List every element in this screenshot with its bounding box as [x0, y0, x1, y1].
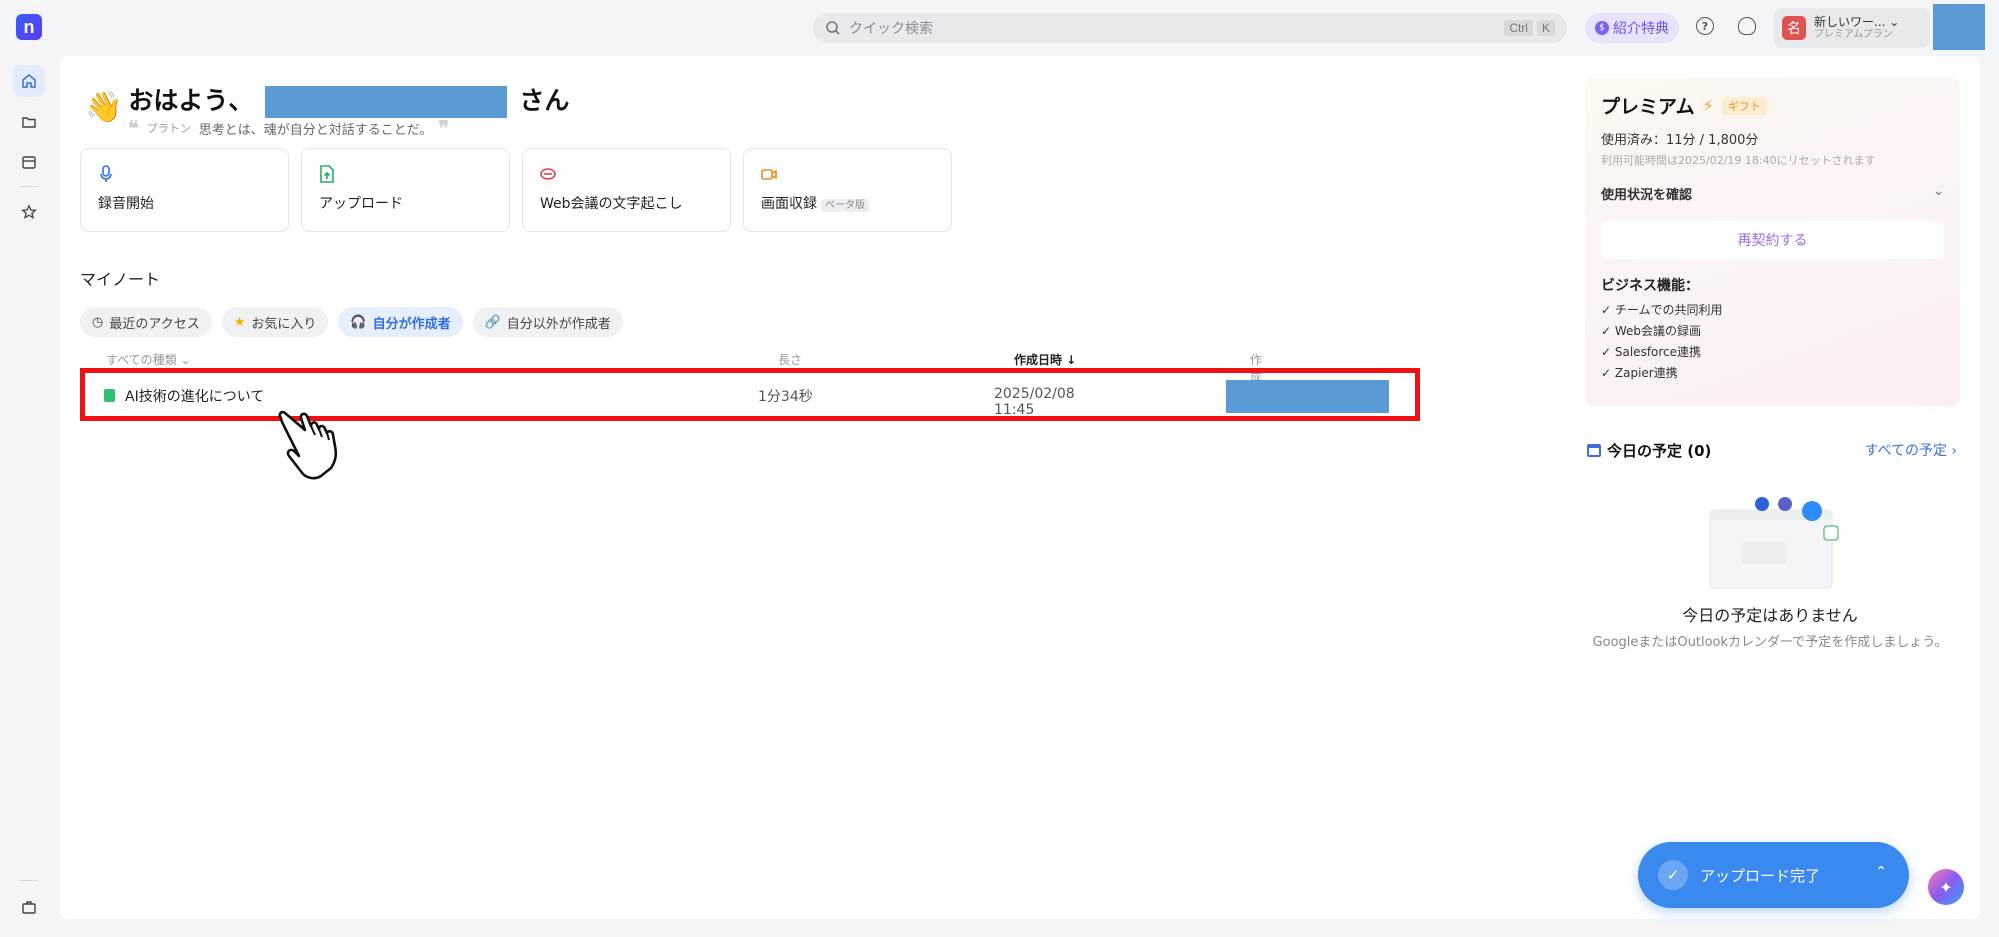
filter-favorites-label: お気に入り — [251, 316, 317, 332]
star-filled-icon: ★ — [233, 314, 246, 330]
record-label: 録音開始 — [98, 196, 154, 212]
filter-recent-label: 最近のアクセス — [109, 316, 200, 332]
ai-assistant-button[interactable]: ✦ — [1928, 869, 1964, 905]
filter-recent[interactable]: ◷ 最近のアクセス — [80, 307, 212, 337]
calendar-icon[interactable] — [13, 146, 45, 178]
note-filters: ◷ 最近のアクセス ★ お気に入り 🎧 自分が作成者 🔗 自分以外が作成者 — [80, 307, 623, 337]
toast-label: アップロード完了 — [1700, 866, 1821, 885]
upload-complete-toast[interactable]: ✓ アップロード完了 ⌃ — [1638, 842, 1909, 908]
coin-icon: $ — [1595, 21, 1609, 35]
premium-card: プレミアム ⚡ ギフト 使用済み：11分 / 1,800分 利用可能時間は202… — [1585, 78, 1960, 406]
workspace-name: 新しいワー... ⌄ — [1814, 14, 1900, 29]
feature-item: ✓ チームでの共同利用 — [1601, 303, 1723, 317]
star-icon[interactable] — [13, 196, 45, 228]
home-icon[interactable] — [13, 65, 45, 97]
toolbox-icon[interactable] — [13, 891, 45, 923]
lightning-icon: ⚡ — [1702, 96, 1714, 115]
pointing-hand-cursor-icon — [278, 410, 338, 480]
top-bar: n クイック検索 Ctrl K $ 紹介特典 ? 名 新しいワー... ⌄ プレ… — [0, 0, 1999, 56]
search-icon — [826, 21, 840, 35]
clock-icon: ◷ — [92, 314, 104, 330]
renew-button[interactable]: 再契約する — [1601, 221, 1944, 259]
business-features-title: ビジネス機能： — [1601, 278, 1699, 294]
record-button[interactable]: 録音開始 — [80, 148, 289, 232]
open-quote-icon: ❝ — [128, 116, 139, 140]
premium-title: プレミアム ⚡ ギフト — [1601, 92, 1944, 119]
chevron-up-icon[interactable]: ⌃ — [1875, 864, 1887, 880]
upload-label: アップロード — [319, 196, 403, 212]
schedule-header: 今日の予定 (0) すべての予定 › — [1587, 440, 1957, 461]
column-length[interactable]: 長さ — [778, 351, 802, 368]
close-quote-icon: ❞ — [438, 116, 450, 140]
search-placeholder: クイック検索 — [849, 21, 933, 37]
filter-created-by-others-label: 自分以外が作成者 — [506, 316, 611, 332]
web-meeting-transcribe-button[interactable]: Web会議の文字起こし — [522, 148, 731, 232]
screen-record-label: 画面収録 ベータ版 — [761, 193, 934, 213]
workspace-plan: プレミアムプラン — [1814, 29, 1893, 41]
empty-calendar-illustration — [1709, 497, 1839, 589]
upload-button[interactable]: アップロード — [301, 148, 510, 232]
business-features-list: ✓ チームでの共同利用 ✓ Web会議の録画 ✓ Salesforce連携 ✓ … — [1601, 301, 1944, 381]
filter-favorites[interactable]: ★ お気に入り — [221, 307, 329, 337]
upload-file-icon — [320, 165, 334, 183]
usage-text: 使用済み：11分 / 1,800分 — [1601, 133, 1759, 148]
video-camera-icon — [761, 169, 777, 180]
help-icon[interactable]: ? — [1696, 17, 1714, 35]
quick-search[interactable]: クイック検索 Ctrl K — [813, 13, 1567, 43]
daily-quote: ❝ プラトン 思考とは、魂が自分と対話することだ。 ❞ — [128, 116, 449, 140]
greeting-text: おはよう、 さん — [128, 81, 569, 118]
quote-text: 思考とは、魂が自分と対話することだ。 — [198, 122, 433, 138]
folder-icon[interactable] — [13, 106, 45, 138]
filter-created-by-me-label: 自分が作成者 — [372, 316, 451, 332]
column-created[interactable]: 作成日時 ↓ — [1014, 351, 1076, 368]
rail-divider — [20, 186, 38, 187]
shortcut-k: K — [1536, 20, 1555, 36]
workspace-switcher[interactable]: 名 新しいワー... ⌄ プレミアムプラン — [1774, 8, 1930, 48]
feature-item: ✓ Web会議の録画 — [1601, 324, 1702, 338]
referral-button[interactable]: $ 紹介特典 — [1585, 13, 1679, 43]
redacted-user-name — [265, 86, 508, 118]
view-all-schedule-link[interactable]: すべての予定 › — [1864, 440, 1957, 461]
link-icon: 🔗 — [484, 314, 501, 330]
screen-record-button[interactable]: 画面収録 ベータ版 — [743, 148, 952, 232]
empty-schedule-subtitle: GoogleまたはOutlookカレンダーで予定を作成しましょう。 — [1592, 635, 1948, 650]
user-avatar[interactable] — [1933, 4, 1985, 50]
gift-badge[interactable]: ギフト — [1721, 96, 1767, 115]
workspace-avatar: 名 — [1782, 16, 1806, 40]
microphone-icon — [100, 165, 112, 182]
beta-badge: ベータ版 — [821, 199, 869, 212]
feature-item: ✓ Salesforce連携 — [1601, 345, 1702, 359]
calendar-icon — [1587, 444, 1601, 457]
meeting-icon — [540, 168, 556, 180]
column-type[interactable]: すべての種類 ⌄ — [106, 351, 191, 368]
shortcut-ctrl: Ctrl — [1504, 20, 1533, 36]
chevron-down-icon: ⌄ — [1933, 184, 1944, 199]
chevron-down-icon: ⌄ — [1889, 14, 1900, 29]
empty-schedule-title: 今日の予定はありません — [1682, 606, 1858, 625]
web-meeting-label: Web会議の文字起こし — [540, 196, 683, 212]
rail-divider — [20, 880, 38, 881]
schedule-title: 今日の予定 (0) — [1587, 440, 1711, 461]
my-notes-title: マイノート — [80, 270, 161, 289]
filter-created-by-me[interactable]: 🎧 自分が作成者 — [338, 307, 463, 337]
check-circle-icon: ✓ — [1658, 860, 1688, 890]
reset-text: 利用可能時間は2025/02/19 18:40にリセットされます — [1601, 154, 1876, 167]
filter-created-by-others[interactable]: 🔗 自分以外が作成者 — [472, 307, 623, 337]
headphones-icon: 🎧 — [350, 314, 367, 330]
quote-author: プラトン — [146, 122, 191, 135]
check-usage-toggle[interactable]: 使用状況を確認 ⌄ — [1601, 184, 1944, 203]
referral-label: 紹介特典 — [1613, 21, 1669, 37]
app-logo[interactable]: n — [16, 14, 42, 40]
lightbulb-icon[interactable] — [1738, 17, 1756, 35]
left-rail — [0, 56, 58, 937]
notes-table-header: すべての種類 ⌄ 長さ 作成日時 ↓ 作成者 — [80, 351, 1262, 401]
feature-item: ✓ Zapier連携 — [1601, 366, 1678, 380]
waving-hand-icon: 👋 — [85, 90, 123, 125]
